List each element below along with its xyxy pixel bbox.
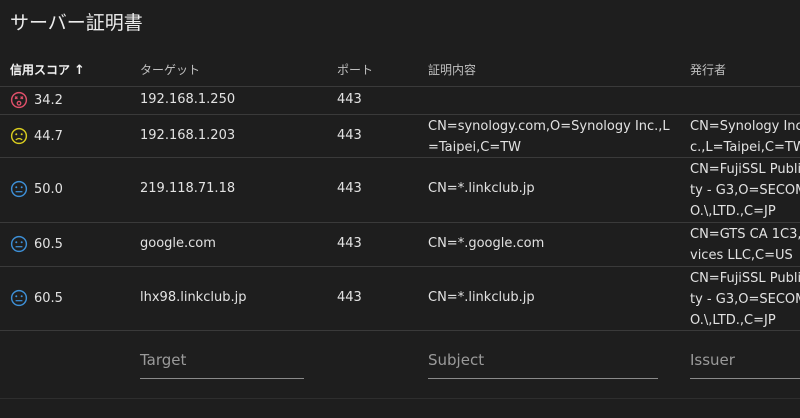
- sort-ascending-icon[interactable]: ↑: [74, 63, 85, 78]
- target-cell: 219.118.71.18: [140, 181, 236, 196]
- issuer-line: O.\,LTD.,C=JP: [690, 313, 776, 328]
- port-cell: 443: [337, 128, 362, 143]
- issuer-line: CN=GTS CA 1C3,C: [690, 227, 800, 242]
- subject-filter-input[interactable]: Subject: [428, 336, 658, 379]
- sad-face-icon: [10, 127, 28, 145]
- column-label-score: 信用スコア: [10, 63, 71, 77]
- issuer-cell: CN=FujiSSL Public ty - G3,O=SECOM O.\,LT…: [690, 159, 800, 222]
- score-cell: 60.5: [10, 235, 63, 253]
- target-cell: lhx98.linkclub.jp: [140, 290, 247, 305]
- issuer-line: CN=FujiSSL Public: [690, 162, 800, 177]
- score-value: 50.0: [34, 181, 63, 197]
- port-cell: 443: [337, 181, 362, 196]
- dizzy-face-icon: [10, 91, 28, 109]
- table-row[interactable]: 50.0 219.118.71.18 443 CN=*.linkclub.jp …: [0, 158, 800, 223]
- issuer-filter-input[interactable]: Issuer: [690, 336, 800, 379]
- subject-cell: CN=synology.com,O=Synology Inc.,L =Taipe…: [428, 116, 670, 158]
- target-filter-input[interactable]: Target: [140, 336, 304, 379]
- score-value: 44.7: [34, 128, 63, 144]
- page-title: サーバー証明書: [10, 12, 143, 34]
- table-row[interactable]: 34.2 192.168.1.250 443: [0, 87, 800, 115]
- target-cell: 192.168.1.203: [140, 128, 236, 143]
- column-header-score[interactable]: 信用スコア ↑: [10, 61, 85, 78]
- issuer-line: ty - G3,O=SECOM: [690, 292, 800, 307]
- filter-row: Target Subject Issuer: [0, 336, 800, 386]
- table-header: 信用スコア ↑ ターゲット ポート 証明内容 発行者: [0, 52, 800, 87]
- issuer-line: c.,L=Taipei,C=TW: [690, 140, 800, 155]
- table-row[interactable]: 44.7 192.168.1.203 443 CN=synology.com,O…: [0, 115, 800, 158]
- server-certificates-page: サーバー証明書 信用スコア↑ ターゲット ポート 証明内容 発行者 34.2: [0, 0, 800, 418]
- issuer-filter-placeholder: Issuer: [690, 351, 735, 369]
- column-header-subject[interactable]: 証明内容: [428, 61, 476, 78]
- subject-line: CN=synology.com,O=Synology Inc.,L: [428, 119, 670, 134]
- subject-cell: CN=*.google.com: [428, 236, 545, 251]
- target-cell: google.com: [140, 236, 216, 251]
- subject-line: =Taipei,C=TW: [428, 140, 522, 155]
- score-cell: 34.2: [10, 91, 63, 109]
- issuer-line: O.\,LTD.,C=JP: [690, 204, 776, 219]
- port-cell: 443: [337, 92, 362, 107]
- issuer-cell: CN=FujiSSL Public ty - G3,O=SECOM O.\,LT…: [690, 268, 800, 331]
- issuer-line: CN=FujiSSL Public: [690, 271, 800, 286]
- issuer-line: ty - G3,O=SECOM: [690, 183, 800, 198]
- column-header-port[interactable]: ポート: [337, 61, 373, 78]
- table-row[interactable]: 60.5 google.com 443 CN=*.google.com CN=G…: [0, 223, 800, 267]
- target-filter-placeholder: Target: [140, 351, 187, 369]
- issuer-cell: CN=Synology Inc. c.,L=Taipei,C=TW: [690, 116, 800, 158]
- score-cell: 44.7: [10, 127, 63, 145]
- score-cell: 60.5: [10, 289, 63, 307]
- certificate-table: 信用スコア ↑ ターゲット ポート 証明内容 発行者 34.2 192.168.1…: [0, 52, 800, 331]
- subject-cell: CN=*.linkclub.jp: [428, 290, 535, 305]
- neutral-face-icon: [10, 289, 28, 307]
- neutral-face-icon: [10, 180, 28, 198]
- score-value: 60.5: [34, 290, 63, 306]
- port-cell: 443: [337, 236, 362, 251]
- subject-cell: CN=*.linkclub.jp: [428, 181, 535, 196]
- issuer-line: CN=Synology Inc.: [690, 119, 800, 134]
- issuer-line: vices LLC,C=US: [690, 248, 793, 263]
- column-header-issuer[interactable]: 発行者: [690, 61, 726, 78]
- issuer-cell: CN=GTS CA 1C3,C vices LLC,C=US: [690, 224, 800, 266]
- target-cell: 192.168.1.250: [140, 92, 236, 107]
- footer-divider: [0, 398, 800, 399]
- score-value: 34.2: [34, 92, 63, 108]
- column-header-target[interactable]: ターゲット: [140, 61, 200, 78]
- neutral-face-icon: [10, 235, 28, 253]
- score-value: 60.5: [34, 236, 63, 252]
- table-row[interactable]: 60.5 lhx98.linkclub.jp 443 CN=*.linkclub…: [0, 267, 800, 331]
- subject-filter-placeholder: Subject: [428, 351, 485, 369]
- port-cell: 443: [337, 290, 362, 305]
- score-cell: 50.0: [10, 180, 63, 198]
